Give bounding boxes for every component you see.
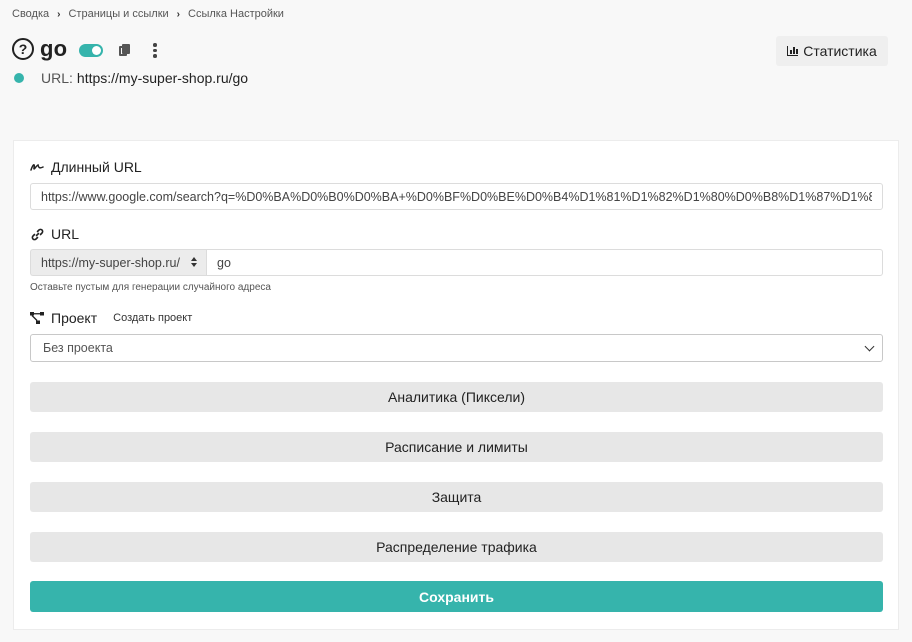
link-icon: [30, 227, 44, 241]
page-header: ? go: [12, 36, 157, 62]
project-label: Проект: [51, 310, 98, 326]
select-arrows-icon: [191, 257, 197, 267]
breadcrumb-item-current: Ссылка Настройки: [188, 8, 284, 20]
breadcrumb: Сводка › Страницы и ссылки › Ссылка Наст…: [12, 8, 284, 20]
link-enabled-toggle[interactable]: [79, 44, 104, 57]
question-circle-icon: ?: [12, 38, 34, 60]
url-label-row: URL: [30, 226, 79, 242]
bar-chart-icon: [787, 46, 799, 56]
slug-hint: Оставьте пустым для генерации случайного…: [30, 282, 271, 293]
domain-select-value: https://my-super-shop.ru/: [41, 255, 180, 270]
statistics-button[interactable]: Статистика: [776, 36, 888, 66]
long-url-label: Длинный URL: [51, 159, 142, 175]
save-button[interactable]: Сохранить: [30, 581, 883, 612]
traffic-distribution-section-button[interactable]: Распределение трафика: [30, 532, 883, 562]
url-label: URL: [51, 226, 80, 242]
statistics-button-label: Статистика: [803, 43, 877, 59]
chevron-right-icon: ›: [57, 8, 61, 20]
schedule-limits-section-button[interactable]: Расписание и лимиты: [30, 432, 883, 462]
breadcrumb-item-pages-links[interactable]: Страницы и ссылки: [68, 8, 168, 20]
link-settings-form: Длинный URL URL https://my-super-shop.ru…: [13, 140, 899, 630]
create-project-link[interactable]: Создать проект: [113, 312, 192, 324]
project-diagram-icon: [30, 311, 44, 325]
long-url-input[interactable]: [30, 183, 883, 210]
protection-section-button[interactable]: Защита: [30, 482, 883, 512]
project-select-value: Без проекта: [43, 341, 113, 355]
short-url-line: URL: https://my-super-shop.ru/go: [14, 70, 248, 86]
short-url-value[interactable]: https://my-super-shop.ru/go: [77, 70, 248, 86]
page-title: go: [40, 36, 68, 61]
breadcrumb-item-dashboard[interactable]: Сводка: [12, 8, 49, 20]
project-select[interactable]: Без проекта: [30, 334, 883, 362]
analytics-pixels-section-button[interactable]: Аналитика (Пиксели): [30, 382, 883, 412]
signature-icon: [30, 160, 44, 174]
copy-icon[interactable]: [119, 44, 131, 58]
more-vertical-icon[interactable]: [153, 43, 157, 58]
chevron-down-icon: [864, 341, 875, 352]
domain-select[interactable]: https://my-super-shop.ru/: [30, 249, 206, 276]
url-input-group: https://my-super-shop.ru/: [30, 249, 883, 276]
chevron-right-icon: ›: [176, 8, 181, 20]
long-url-label-row: Длинный URL: [30, 159, 142, 175]
short-url-label: URL:: [41, 70, 73, 86]
status-dot-icon: [14, 73, 24, 83]
slug-input[interactable]: [206, 249, 883, 276]
project-label-row: Проект Создать проект: [30, 310, 192, 326]
